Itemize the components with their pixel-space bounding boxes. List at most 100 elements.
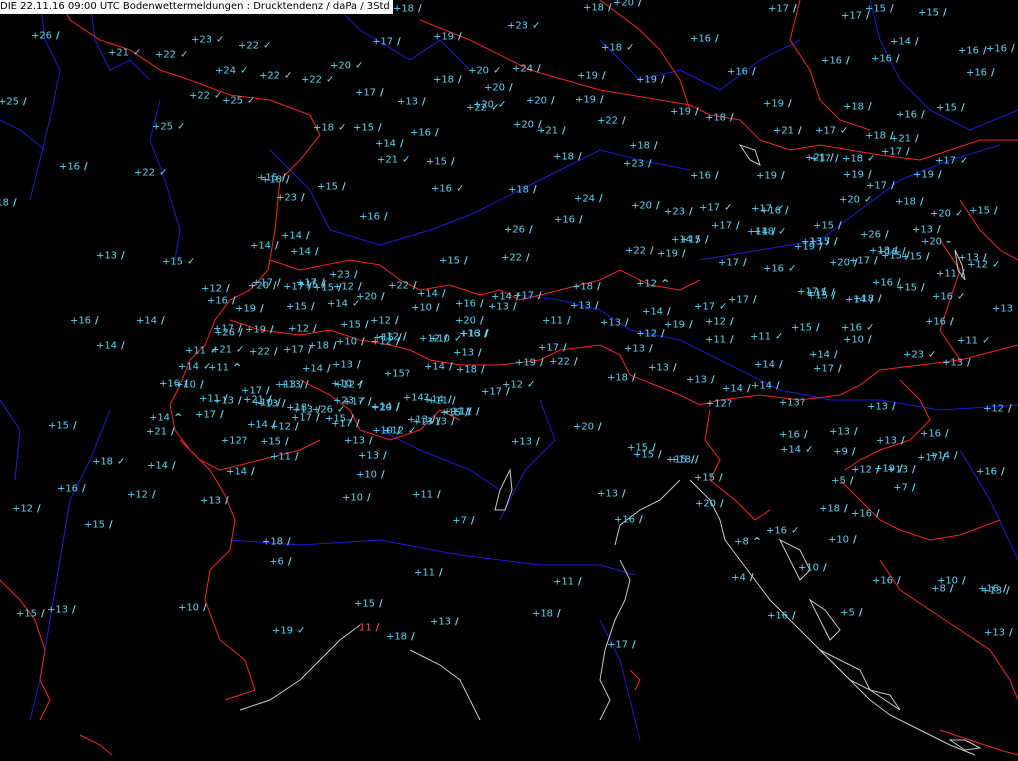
station-report: +25 ∕	[0, 97, 32, 108]
tendency-rising-steady-icon: ∕	[369, 435, 373, 447]
pressure-tendency-value: +13	[569, 300, 592, 312]
tendency-rising-steady-icon: ∕	[632, 639, 636, 651]
pressure-tendency-value: +18	[600, 42, 623, 54]
station-report: +19 ∕	[433, 32, 467, 43]
pressure-tendency-value: +14	[148, 412, 171, 424]
station-report: +16 ∕	[779, 430, 813, 441]
tendency-rising-icon: ✓	[493, 65, 502, 77]
tendency-rising-steady-icon: ∕	[226, 283, 230, 295]
pressure-tendency-value: +26	[30, 30, 53, 42]
station-report: +20 ∕	[573, 422, 607, 433]
station-report: +14 ∕	[747, 227, 781, 238]
tendency-rising-steady-icon: ∕	[464, 255, 468, 267]
pressure-tendency-value: +22	[548, 356, 571, 368]
station-report: +13 ∕	[829, 427, 863, 438]
pressure-tendency-value: +16	[820, 55, 843, 67]
station-report: +20 ∕	[613, 0, 647, 9]
pressure-tendency-value: +15	[15, 608, 38, 620]
tendency-rising-steady-icon: ∕	[654, 140, 658, 152]
tendency-rising-steady-icon: ∕	[287, 536, 291, 548]
station-report: +19 ∕	[575, 95, 609, 106]
pressure-tendency-value: +14	[95, 340, 118, 352]
tendency-rising-icon: ✓	[527, 379, 536, 391]
station-report: +22 ✓	[134, 168, 168, 179]
station-report: +19 ∕	[913, 170, 947, 181]
pressure-tendency-value: +17	[354, 87, 377, 99]
tendency-rising-icon: ✓	[133, 47, 142, 59]
pressure-tendency-value: +13	[828, 426, 851, 438]
weather-map: DIE 22.11.16 09:00 UTC Bodenwettermeldun…	[0, 0, 1018, 761]
station-report: +12 ∕	[270, 422, 304, 433]
station-report: -11 ∕	[355, 623, 384, 634]
pressure-tendency-value: +17	[251, 277, 274, 289]
station-report: +13 ∕	[887, 465, 921, 476]
pressure-tendency-value: +13	[425, 416, 448, 428]
tendency-rising-steady-icon: ∕	[868, 101, 872, 113]
tendency-rising-steady-icon: ∕	[171, 426, 175, 438]
pressure-tendency-value: +10	[827, 534, 850, 546]
station-report: +16 ∕	[690, 34, 724, 45]
station-report: +14 ∕	[136, 316, 170, 327]
tendency-rising-icon: ✓	[454, 333, 463, 345]
tendency-rising-steady-icon: ∕	[779, 359, 783, 371]
station-report: +20 ∕	[829, 258, 863, 269]
station-report: +22 ✓	[466, 103, 500, 114]
station-report: +22 ✓	[238, 41, 272, 52]
tendency-rising-icon: ✓	[210, 345, 219, 357]
tendency-rising-steady-icon: ∕	[920, 196, 924, 208]
tendency-rising-steady-icon: ∕	[868, 169, 872, 181]
tendency-rising-steady-icon: ∕	[854, 426, 858, 438]
pressure-tendency-value: +13	[685, 374, 708, 386]
station-report: +18∕	[456, 365, 490, 376]
tendency-rising-steady-icon: ∕	[356, 418, 360, 430]
pressure-tendency-value: +14	[422, 394, 445, 406]
tendency-rising-steady-icon: ∕	[639, 514, 643, 526]
station-report: +13 ∕	[624, 344, 658, 355]
pressure-tendency-value: +23	[332, 395, 355, 407]
station-report: +20 ∕	[484, 83, 518, 94]
tendency-rising-steady-icon: ∕	[315, 246, 319, 258]
pressure-tendency-value: +22	[465, 102, 488, 114]
station-report: +15 ∕	[354, 599, 388, 610]
station-report: +11 ∕	[553, 577, 587, 588]
station-report: +20 ✓	[839, 195, 873, 206]
station-report: +12 ∕	[127, 490, 161, 501]
pressure-tendency-value: +14	[641, 306, 664, 318]
tendency-rising-steady-icon: ∕	[915, 36, 919, 48]
tendency-rising-icon: ✓	[724, 202, 733, 214]
station-report: +18∕	[393, 4, 427, 15]
station-report: +21 ∕	[537, 126, 571, 137]
station-report: +16 ✓	[431, 184, 465, 195]
pressure-tendency-value: +19	[244, 324, 267, 336]
tendency-rising-steady-icon: ∕	[381, 469, 385, 481]
station-report: +20 ∕	[455, 316, 489, 327]
pressure-tendency-value: +20	[483, 82, 506, 94]
station-report: +15 ∕	[901, 252, 935, 263]
tendency-rising-steady-icon: ∕	[599, 193, 603, 205]
station-report: +11 ^	[208, 363, 242, 374]
tendency-rising-steady-icon: ∕	[380, 87, 384, 99]
pressure-tendency-value: +16	[58, 161, 81, 173]
pressure-tendency-value: +19	[271, 625, 294, 637]
pressure-tendency-value: +16	[919, 428, 942, 440]
station-report: +15?	[384, 369, 410, 380]
pressure-tendency-value: +16	[965, 67, 988, 79]
tendency-rising-steady-icon: ∕	[251, 466, 255, 478]
tendency-rising-steady-icon: ∕	[529, 224, 533, 236]
station-report: +13 ∕	[344, 436, 378, 447]
pressure-tendency-value: +15	[812, 220, 835, 232]
pressure-tendency-value: +14	[289, 246, 312, 258]
tendency-rising-icon: ✓	[117, 456, 126, 468]
pressure-tendency-value: +13	[429, 616, 452, 628]
pressure-tendency-value: +19	[576, 70, 599, 82]
station-report: +24 ∕	[512, 64, 546, 75]
station-report: +18∕	[262, 537, 296, 548]
pressure-tendency-value: +11	[956, 335, 979, 347]
pressure-tendency-value: +12	[635, 278, 658, 290]
pressure-tendency-value: +21	[772, 125, 795, 137]
station-report: +19 ∕	[843, 170, 877, 181]
station-report: +12 ∕	[334, 380, 368, 391]
pressure-tendency-value: +16	[931, 291, 954, 303]
station-report: +17 ∕	[195, 410, 229, 421]
pressure-tendency-value: +22	[500, 252, 523, 264]
